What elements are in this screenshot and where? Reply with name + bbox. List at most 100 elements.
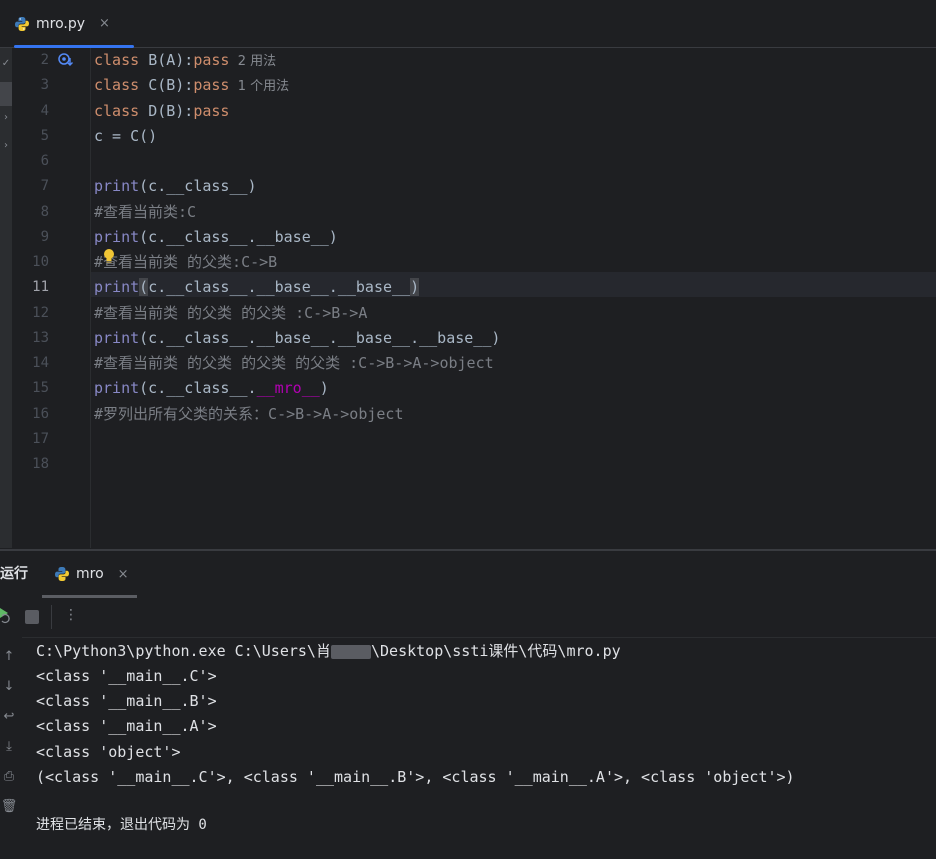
- code-line-text: print(c.__class__): [94, 174, 257, 199]
- code-line-text: print(c.__class__.__mro__): [94, 376, 329, 401]
- code-line[interactable]: #罗列出所有父类的关系：C->B->A->object: [91, 402, 936, 427]
- lightbulb-icon[interactable]: [102, 248, 116, 270]
- code-line[interactable]: #查看当前类 的父类 的父类 :C->B->A: [91, 301, 936, 326]
- tab-label: mro.py: [36, 15, 86, 32]
- code-token: #查看当前类 的父类 的父类 :C->B->A: [94, 303, 368, 322]
- stop-icon[interactable]: [25, 610, 39, 628]
- print-icon[interactable]: ⎙: [0, 769, 18, 784]
- code-line[interactable]: c = C(): [91, 124, 936, 149]
- arrow-up-icon[interactable]: ↑: [0, 649, 18, 664]
- run-tool-window-header: 运行 mro ×: [0, 551, 936, 598]
- code-token: C(B):: [148, 76, 194, 95]
- run-tab-mro[interactable]: mro ×: [42, 551, 137, 598]
- code-line-text: c = C(): [94, 124, 157, 149]
- console-output[interactable]: C:\Python3\python.exe C:\Users\肖 \Desktop…: [22, 637, 936, 859]
- python-icon: [54, 566, 70, 582]
- code-token: class: [94, 76, 149, 95]
- code-token: c.__class__.__base__.__base__: [148, 278, 411, 297]
- code-token: pass: [193, 76, 230, 95]
- more-vertical-icon[interactable]: ⋮: [64, 607, 78, 623]
- code-token: print: [94, 328, 140, 347]
- run-toolbar: ⋮: [0, 597, 936, 638]
- line-number: 4: [40, 102, 49, 119]
- code-line-text: #查看当前类 的父类 的父类 的父类 :C->B->A->object: [94, 351, 494, 376]
- code-token: ): [319, 379, 329, 398]
- code-token: B(A):: [148, 51, 194, 69]
- code-token: D(B):: [148, 101, 194, 120]
- code-line[interactable]: class C(B):pass 1 个用法: [91, 73, 936, 98]
- usage-hint[interactable]: 1 个用法: [229, 79, 289, 94]
- code-token: ): [410, 278, 420, 297]
- code-line-text: #查看当前类 的父类:C->B: [94, 250, 277, 275]
- console-output-line: (<class '__main__.C'>, <class '__main__.…: [36, 767, 795, 786]
- line-number: 15: [32, 380, 49, 397]
- console-output-line: <class '__main__.B'>: [36, 692, 217, 711]
- python-icon: [14, 16, 30, 32]
- line-number: 11: [32, 279, 49, 296]
- code-line[interactable]: [91, 427, 936, 452]
- trash-icon[interactable]: 🗑: [0, 799, 18, 814]
- code-token: print: [94, 177, 140, 196]
- run-title: 运行: [0, 566, 28, 582]
- code-line[interactable]: #查看当前类 的父类 的父类 的父类 :C->B->A->object: [91, 351, 936, 376]
- editor-tab-bar: mro.py ×: [0, 0, 936, 48]
- toolbar-separator: [51, 605, 52, 629]
- close-icon[interactable]: ×: [99, 16, 110, 31]
- code-line[interactable]: #查看当前类 的父类:C->B: [91, 250, 936, 275]
- code-line[interactable]: print(c.__class__.__base__.__base__): [91, 275, 936, 300]
- code-line[interactable]: #查看当前类:C: [91, 200, 936, 225]
- line-number: 18: [32, 456, 49, 472]
- code-line[interactable]: print(c.__class__.__base__.__base__.__ba…: [91, 326, 936, 351]
- code-token: (c.__class__.__base__): [139, 227, 338, 246]
- implementation-marker-icon[interactable]: [57, 52, 75, 72]
- code-line-text: class D(B):pass: [94, 99, 229, 124]
- code-line-text: class B(A):pass 2 用法: [94, 48, 276, 74]
- run-tab-label: mro: [76, 566, 104, 582]
- line-number: 16: [32, 405, 49, 422]
- console-output-line: 进程已结束，退出代码为 0: [36, 817, 207, 834]
- code-line[interactable]: class B(A):pass 2 用法: [91, 48, 936, 73]
- line-number: 9: [40, 228, 49, 245]
- code-token: (c.__class__.: [139, 379, 257, 398]
- rerun-icon[interactable]: [0, 606, 12, 628]
- code-line-text: #查看当前类:C: [94, 200, 196, 225]
- line-number: 17: [32, 430, 49, 447]
- line-number: 2: [40, 52, 49, 68]
- code-token: class: [94, 51, 149, 69]
- code-line[interactable]: [91, 452, 936, 477]
- line-number: 5: [40, 127, 49, 144]
- code-line[interactable]: print(c.__class__.__base__): [91, 225, 936, 250]
- code-token: print: [94, 278, 140, 297]
- code-token: pass: [193, 51, 230, 69]
- redacted-username: [330, 644, 371, 659]
- code-token: #查看当前类:C: [94, 202, 197, 221]
- code-token: __mro__: [256, 379, 320, 398]
- code-line-text: print(c.__class__.__base__.__base__): [94, 275, 420, 300]
- soft-wrap-icon[interactable]: ↩: [0, 709, 18, 724]
- code-line-text: print(c.__class__.__base__.__base__.__ba…: [94, 326, 500, 351]
- code-line-text: #罗列出所有父类的关系：C->B->A->object: [94, 402, 404, 427]
- scroll-to-end-icon[interactable]: ⤓: [0, 739, 18, 754]
- code-editor[interactable]: class B(A):pass 2 用法 class C(B):pass 1 个用…: [91, 48, 936, 548]
- code-line-text: print(c.__class__.__base__): [94, 225, 338, 250]
- code-token: #查看当前类 的父类 的父类 的父类 :C->B->A->object: [94, 354, 494, 372]
- code-token: print: [94, 227, 140, 246]
- code-line-text: class C(B):pass 1 个用法: [94, 73, 289, 99]
- code-line[interactable]: print(c.__class__): [91, 174, 936, 199]
- arrow-down-icon[interactable]: ↓: [0, 679, 18, 694]
- editor-tab-mro-py[interactable]: mro.py ×: [14, 0, 134, 48]
- code-token: #查看当前类 的父类:C->B: [94, 253, 278, 271]
- code-line[interactable]: print(c.__class__.__mro__): [91, 376, 936, 401]
- usage-hint[interactable]: 2 用法: [229, 54, 276, 69]
- close-icon[interactable]: ×: [118, 567, 129, 582]
- console-side-toolbar: ↑ ↓ ↩ ⤓ ⎙ 🗑: [0, 637, 22, 859]
- console-command-line: C:\Python3\python.exe C:\Users\肖 \Desktop…: [36, 642, 621, 660]
- console-output-line: <class 'object'>: [36, 742, 181, 761]
- line-number: 10: [32, 254, 49, 270]
- code-line[interactable]: [91, 149, 936, 174]
- code-token: pass: [193, 101, 230, 120]
- line-number: 7: [40, 178, 49, 195]
- code-token: (: [139, 278, 149, 297]
- code-line[interactable]: class D(B):pass: [91, 99, 936, 124]
- line-number: 6: [40, 153, 49, 169]
